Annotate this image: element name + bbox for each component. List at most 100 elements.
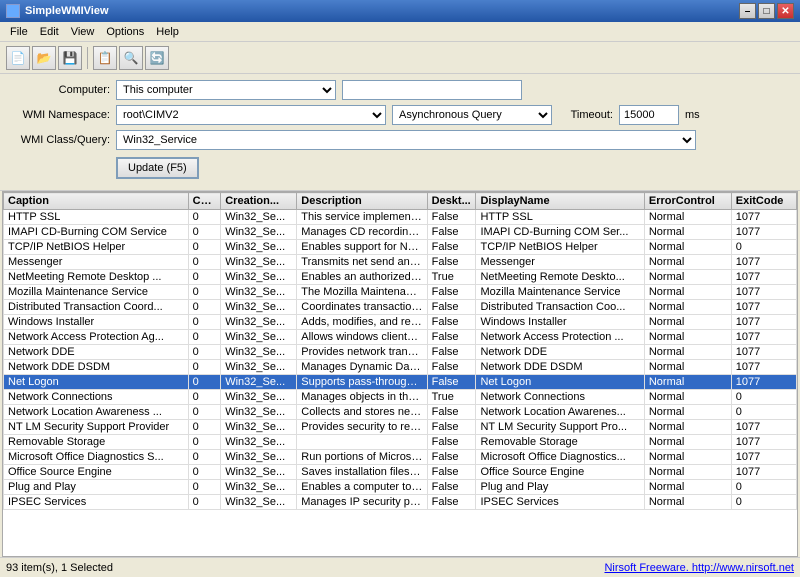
cell-exitcode: 1077	[731, 210, 796, 225]
menu-view[interactable]: View	[65, 24, 101, 40]
close-button[interactable]: ✕	[777, 3, 794, 19]
update-row: Update (F5)	[10, 155, 790, 179]
cell-caption: Network Location Awareness ...	[4, 405, 189, 420]
menu-help[interactable]: Help	[150, 24, 185, 40]
table-row[interactable]: Network DDE0Win32_Se...Provides network …	[4, 345, 797, 360]
cell-exitcode: 1077	[731, 435, 796, 450]
col-header-creation[interactable]: Creation...	[221, 193, 297, 210]
cell-errorcontrol: Normal	[644, 435, 731, 450]
cell-desc: Saves installation files us...	[297, 465, 427, 480]
cell-creation: Win32_Se...	[221, 450, 297, 465]
titlebar-buttons: – □ ✕	[739, 3, 794, 19]
toolbar-copy-button[interactable]: 📋	[93, 46, 117, 70]
table-row[interactable]: Plug and Play0Win32_Se...Enables a compu…	[4, 480, 797, 495]
cell-deskt: False	[427, 435, 476, 450]
cell-displayname: NetMeeting Remote Deskto...	[476, 270, 644, 285]
cell-desc	[297, 435, 427, 450]
col-header-caption[interactable]: Caption	[4, 193, 189, 210]
table-row[interactable]: Network Connections0Win32_Se...Manages o…	[4, 390, 797, 405]
cell-creation: Win32_Se...	[221, 360, 297, 375]
cell-ch: 0	[188, 345, 221, 360]
toolbar-open-button[interactable]: 📂	[32, 46, 56, 70]
cell-creation: Win32_Se...	[221, 435, 297, 450]
cell-desc: This service implements t...	[297, 210, 427, 225]
table-row[interactable]: Messenger0Win32_Se...Transmits net send …	[4, 255, 797, 270]
cell-creation: Win32_Se...	[221, 315, 297, 330]
cell-exitcode: 0	[731, 495, 796, 510]
menu-edit[interactable]: Edit	[34, 24, 65, 40]
nirsoft-link[interactable]: Nirsoft Freeware. http://www.nirsoft.net	[604, 562, 794, 574]
cell-displayname: Network Access Protection ...	[476, 330, 644, 345]
table-row[interactable]: NetMeeting Remote Desktop ...0Win32_Se..…	[4, 270, 797, 285]
cell-exitcode: 0	[731, 240, 796, 255]
table-row[interactable]: TCP/IP NetBIOS Helper0Win32_Se...Enables…	[4, 240, 797, 255]
cell-desc: Manages objects in the N...	[297, 390, 427, 405]
query-type-select[interactable]: Asynchronous Query	[392, 105, 552, 125]
table-container[interactable]: Caption Ch... Creation... Description De…	[2, 191, 798, 557]
table-row[interactable]: IPSEC Services0Win32_Se...Manages IP sec…	[4, 495, 797, 510]
cell-desc: Provides network transp...	[297, 345, 427, 360]
timeout-unit: ms	[685, 109, 700, 121]
cell-ch: 0	[188, 435, 221, 450]
cell-caption: Net Logon	[4, 375, 189, 390]
table-row[interactable]: Office Source Engine0Win32_Se...Saves in…	[4, 465, 797, 480]
col-header-exitcode[interactable]: ExitCode	[731, 193, 796, 210]
statusbar: 93 item(s), 1 Selected Nirsoft Freeware.…	[0, 557, 800, 577]
timeout-input[interactable]	[619, 105, 679, 125]
col-header-deskt[interactable]: Deskt...	[427, 193, 476, 210]
cell-ch: 0	[188, 225, 221, 240]
menu-file[interactable]: File	[4, 24, 34, 40]
cell-exitcode: 1077	[731, 420, 796, 435]
computer-select[interactable]: This computer	[116, 80, 336, 100]
table-row[interactable]: Network DDE DSDM0Win32_Se...Manages Dyna…	[4, 360, 797, 375]
cell-desc: Manages CD recording u...	[297, 225, 427, 240]
cell-exitcode: 1077	[731, 255, 796, 270]
ns-select[interactable]: root\CIMV2	[116, 105, 386, 125]
table-row[interactable]: Windows Installer0Win32_Se...Adds, modif…	[4, 315, 797, 330]
toolbar-separator	[87, 47, 88, 69]
main-wrapper: Caption Ch... Creation... Description De…	[0, 191, 800, 557]
col-header-desc[interactable]: Description	[297, 193, 427, 210]
computer-row: Computer: This computer	[10, 80, 790, 100]
cell-desc: Provides security to rem...	[297, 420, 427, 435]
table-row[interactable]: IMAPI CD-Burning COM Service0Win32_Se...…	[4, 225, 797, 240]
cell-deskt: False	[427, 465, 476, 480]
menu-options[interactable]: Options	[100, 24, 150, 40]
update-button[interactable]: Update (F5)	[116, 157, 199, 179]
computer-input[interactable]	[342, 80, 522, 100]
cell-ch: 0	[188, 210, 221, 225]
col-header-ch[interactable]: Ch...	[188, 193, 221, 210]
table-row[interactable]: Distributed Transaction Coord...0Win32_S…	[4, 300, 797, 315]
toolbar-search-button[interactable]: 🔍	[119, 46, 143, 70]
maximize-button[interactable]: □	[758, 3, 775, 19]
cell-caption: IMAPI CD-Burning COM Service	[4, 225, 189, 240]
toolbar-new-button[interactable]: 📄	[6, 46, 30, 70]
cell-exitcode: 1077	[731, 315, 796, 330]
table-row[interactable]: Network Access Protection Ag...0Win32_Se…	[4, 330, 797, 345]
toolbar: 📄 📂 💾 📋 🔍 🔄	[0, 42, 800, 74]
cell-deskt: False	[427, 495, 476, 510]
app-title: SimpleWMIView	[25, 5, 109, 17]
cell-errorcontrol: Normal	[644, 345, 731, 360]
col-header-errorcontrol[interactable]: ErrorControl	[644, 193, 731, 210]
cell-caption: NetMeeting Remote Desktop ...	[4, 270, 189, 285]
cell-creation: Win32_Se...	[221, 420, 297, 435]
table-row[interactable]: NT LM Security Support Provider0Win32_Se…	[4, 420, 797, 435]
titlebar-left: SimpleWMIView	[6, 4, 109, 18]
table-row[interactable]: Network Location Awareness ...0Win32_Se.…	[4, 405, 797, 420]
col-header-displayname[interactable]: DisplayName	[476, 193, 644, 210]
class-select[interactable]: Win32_Service	[116, 130, 696, 150]
cell-deskt: False	[427, 225, 476, 240]
toolbar-refresh-button[interactable]: 🔄	[145, 46, 169, 70]
cell-desc: Adds, modifies, and rem...	[297, 315, 427, 330]
table-row[interactable]: Net Logon0Win32_Se...Supports pass-throu…	[4, 375, 797, 390]
table-row[interactable]: Removable Storage0Win32_Se...FalseRemova…	[4, 435, 797, 450]
toolbar-save-button[interactable]: 💾	[58, 46, 82, 70]
minimize-button[interactable]: –	[739, 3, 756, 19]
table-row[interactable]: Microsoft Office Diagnostics S...0Win32_…	[4, 450, 797, 465]
cell-caption: Microsoft Office Diagnostics S...	[4, 450, 189, 465]
cell-creation: Win32_Se...	[221, 285, 297, 300]
table-row[interactable]: Mozilla Maintenance Service0Win32_Se...T…	[4, 285, 797, 300]
table-row[interactable]: HTTP SSL0Win32_Se...This service impleme…	[4, 210, 797, 225]
cell-errorcontrol: Normal	[644, 225, 731, 240]
